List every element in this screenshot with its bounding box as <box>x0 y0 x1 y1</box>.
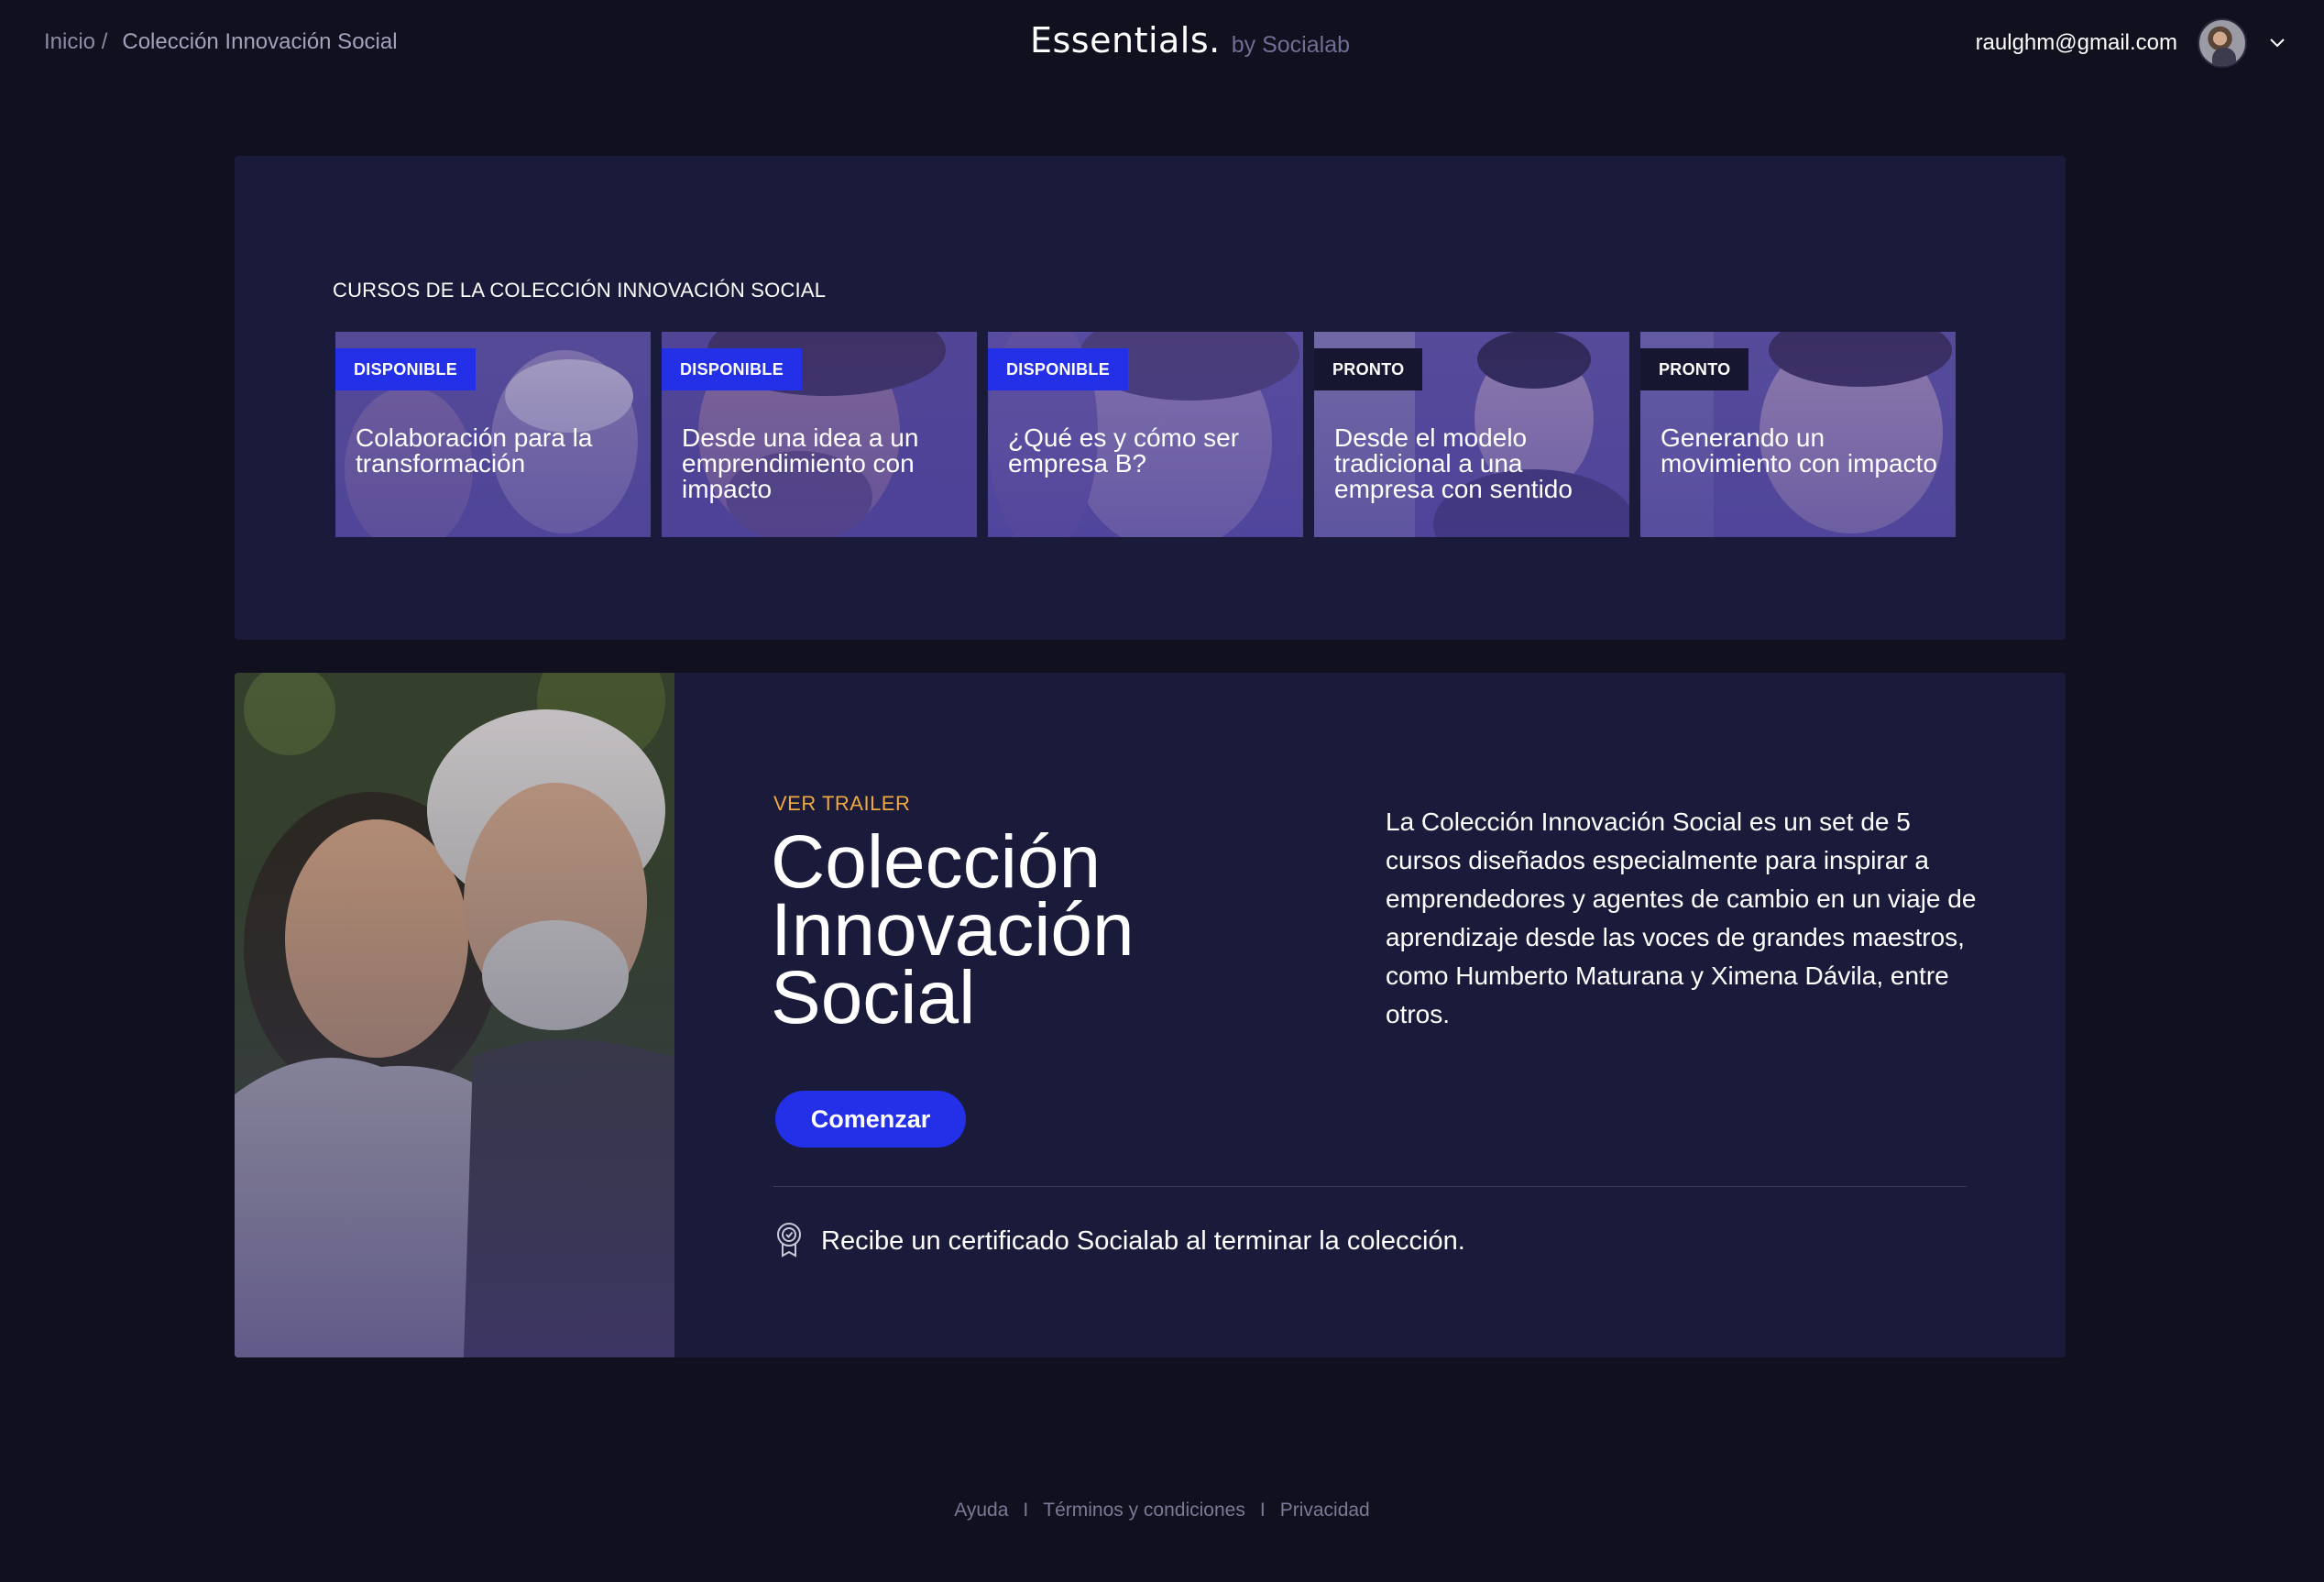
course-card[interactable]: PRONTO Desde el modelo tradicional a una… <box>1314 332 1629 537</box>
chevron-down-icon[interactable] <box>2267 33 2287 53</box>
course-title: Desde el modelo tradicional a una empres… <box>1334 423 1573 503</box>
collection-description: La Colección Innovación Social es un set… <box>1386 807 1977 1028</box>
brand-logo-text: Essentials. <box>1030 20 1221 60</box>
user-email: raulghm@gmail.com <box>1975 30 2177 55</box>
course-card[interactable]: DISPONIBLE Desde una idea a un emprendim… <box>662 332 977 537</box>
certificate-ribbon-icon <box>773 1221 805 1262</box>
collection-title: Colección Innovación Social <box>771 825 1284 1036</box>
status-badge: DISPONIBLE <box>335 348 477 390</box>
course-title: Generando un movimiento con impacto <box>1661 423 1937 478</box>
course-card[interactable]: DISPONIBLE Colaboración para la transfor… <box>335 332 651 537</box>
collection-panel: VER TRAILER Colección Innovación Social … <box>235 673 2066 1357</box>
courses-heading: CURSOS DE LA COLECCIÓN INNOVACIÓN SOCIAL <box>333 279 827 302</box>
course-title: Desde una idea a un emprendimiento con i… <box>682 423 919 503</box>
footer-link-help[interactable]: Ayuda <box>954 1500 1008 1522</box>
course-title: ¿Qué es y cómo ser empresa B? <box>1008 423 1240 478</box>
status-badge: DISPONIBLE <box>988 348 1129 390</box>
certificate-note: Recibe un certificado Socialab al termin… <box>773 1221 1465 1262</box>
user-menu[interactable]: raulghm@gmail.com <box>1976 18 2287 68</box>
footer-separator: I <box>1259 1500 1266 1521</box>
collection-hero-image <box>235 673 674 1357</box>
course-card[interactable]: DISPONIBLE ¿Qué es y cómo ser empresa B? <box>988 332 1303 537</box>
courses-panel: CURSOS DE LA COLECCIÓN INNOVACIÓN SOCIAL… <box>235 156 2066 640</box>
brand-byline: by Socialab <box>1231 32 1350 58</box>
watch-trailer-link[interactable]: VER TRAILER <box>773 792 910 816</box>
hero-illustration <box>235 673 674 1357</box>
start-button[interactable]: Comenzar <box>775 1091 966 1148</box>
status-badge: PRONTO <box>1314 348 1423 390</box>
brand-logo[interactable]: Essentials. by Socialab <box>1030 20 1350 60</box>
footer-link-privacy[interactable]: Privacidad <box>1280 1500 1370 1522</box>
breadcrumb-current: Colección Innovación Social <box>122 29 398 54</box>
top-bar: Inicio / Colección Innovación Social Ess… <box>0 0 2324 84</box>
course-title: Colaboración para la transformación <box>356 423 593 478</box>
collection-title-line: Social <box>771 956 976 1039</box>
breadcrumb-home-link[interactable]: Inicio / <box>44 29 107 55</box>
certificate-text: Recibe un certificado Socialab al termin… <box>821 1226 1465 1256</box>
divider <box>773 1186 1967 1187</box>
footer-separator: I <box>1023 1500 1029 1521</box>
status-badge: PRONTO <box>1640 348 1749 390</box>
footer-link-terms[interactable]: Términos y condiciones <box>1043 1500 1245 1522</box>
course-card[interactable]: PRONTO Generando un movimiento con impac… <box>1640 332 1956 537</box>
breadcrumb: Inicio / Colección Innovación Social <box>44 29 398 55</box>
course-list: DISPONIBLE Colaboración para la transfor… <box>335 332 1967 537</box>
status-badge: DISPONIBLE <box>662 348 803 390</box>
user-avatar[interactable] <box>2198 18 2247 68</box>
footer: Ayuda I Términos y condiciones I Privaci… <box>0 1500 2324 1522</box>
